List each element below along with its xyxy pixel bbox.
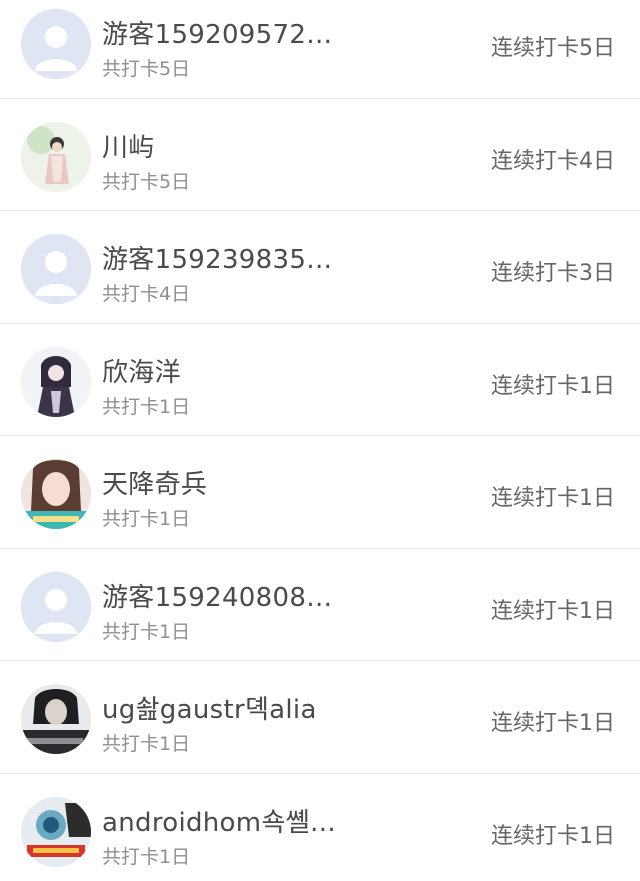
default-user-icon — [21, 234, 91, 304]
avatar[interactable] — [21, 346, 91, 417]
avatar[interactable] — [21, 684, 91, 754]
total-checkin-days: 共打卡5日 — [102, 58, 191, 80]
default-user-icon — [21, 571, 91, 642]
total-checkin-days: 共打卡1日 — [102, 845, 191, 868]
user-name: 游客159209572… — [102, 20, 333, 50]
user-name: 游客159239835… — [102, 245, 333, 275]
streak-checkin-days: 连续打卡5日 — [491, 36, 615, 61]
photo-avatar-icon — [21, 684, 91, 754]
total-checkin-days: 共打卡1日 — [102, 733, 191, 755]
photo-avatar-icon — [21, 796, 91, 867]
list-item[interactable]: 游客159209572… 共打卡5日 连续打卡5日 — [0, 0, 640, 99]
photo-avatar-icon — [21, 121, 91, 192]
avatar[interactable] — [21, 9, 91, 79]
avatar[interactable] — [21, 121, 91, 192]
streak-checkin-days: 连续打卡4日 — [491, 148, 615, 174]
list-item[interactable]: 天降奇兵 共打卡1日 连续打卡1日 — [0, 436, 640, 549]
photo-avatar-icon — [21, 346, 91, 417]
total-checkin-days: 共打卡5日 — [102, 170, 191, 193]
avatar[interactable] — [21, 571, 91, 642]
list-item[interactable]: 游客159239835… 共打卡4日 连续打卡3日 — [0, 211, 640, 324]
avatar[interactable] — [21, 796, 91, 867]
streak-checkin-days: 连续打卡1日 — [491, 823, 615, 849]
user-name: 欣海洋 — [102, 357, 181, 388]
total-checkin-days: 共打卡4日 — [102, 283, 191, 305]
list-item[interactable]: androidhom쇽쏄… 共打卡1日 连续打卡1日 — [0, 774, 640, 881]
total-checkin-days: 共打卡1日 — [102, 395, 191, 418]
list-item[interactable]: 欣海洋 共打卡1日 连续打卡1日 — [0, 324, 640, 436]
avatar[interactable] — [21, 234, 91, 304]
streak-checkin-days: 连续打卡1日 — [491, 711, 615, 736]
user-name: 游客159240808… — [102, 582, 333, 613]
list-item[interactable]: 川屿 共打卡5日 连续打卡4日 — [0, 99, 640, 211]
streak-checkin-days: 连续打卡1日 — [491, 598, 615, 624]
photo-avatar-icon — [21, 459, 91, 529]
total-checkin-days: 共打卡1日 — [102, 508, 191, 530]
user-name: 川屿 — [102, 132, 155, 163]
checkin-list: 游客159209572… 共打卡5日 连续打卡5日 川屿 共打卡5日 连续打卡4… — [0, 0, 640, 868]
user-name: 天降奇兵 — [102, 470, 208, 500]
user-name: ug솶gaustr뎩alia — [102, 695, 317, 725]
streak-checkin-days: 连续打卡1日 — [491, 373, 615, 399]
default-user-icon — [21, 9, 91, 79]
avatar[interactable] — [21, 459, 91, 529]
streak-checkin-days: 连续打卡1日 — [491, 486, 615, 511]
list-item[interactable]: ug솶gaustr뎩alia 共打卡1日 连续打卡1日 — [0, 661, 640, 774]
total-checkin-days: 共打卡1日 — [102, 620, 191, 643]
list-item[interactable]: 游客159240808… 共打卡1日 连续打卡1日 — [0, 549, 640, 661]
streak-checkin-days: 连续打卡3日 — [491, 261, 615, 286]
user-name: androidhom쇽쏄… — [102, 807, 337, 838]
